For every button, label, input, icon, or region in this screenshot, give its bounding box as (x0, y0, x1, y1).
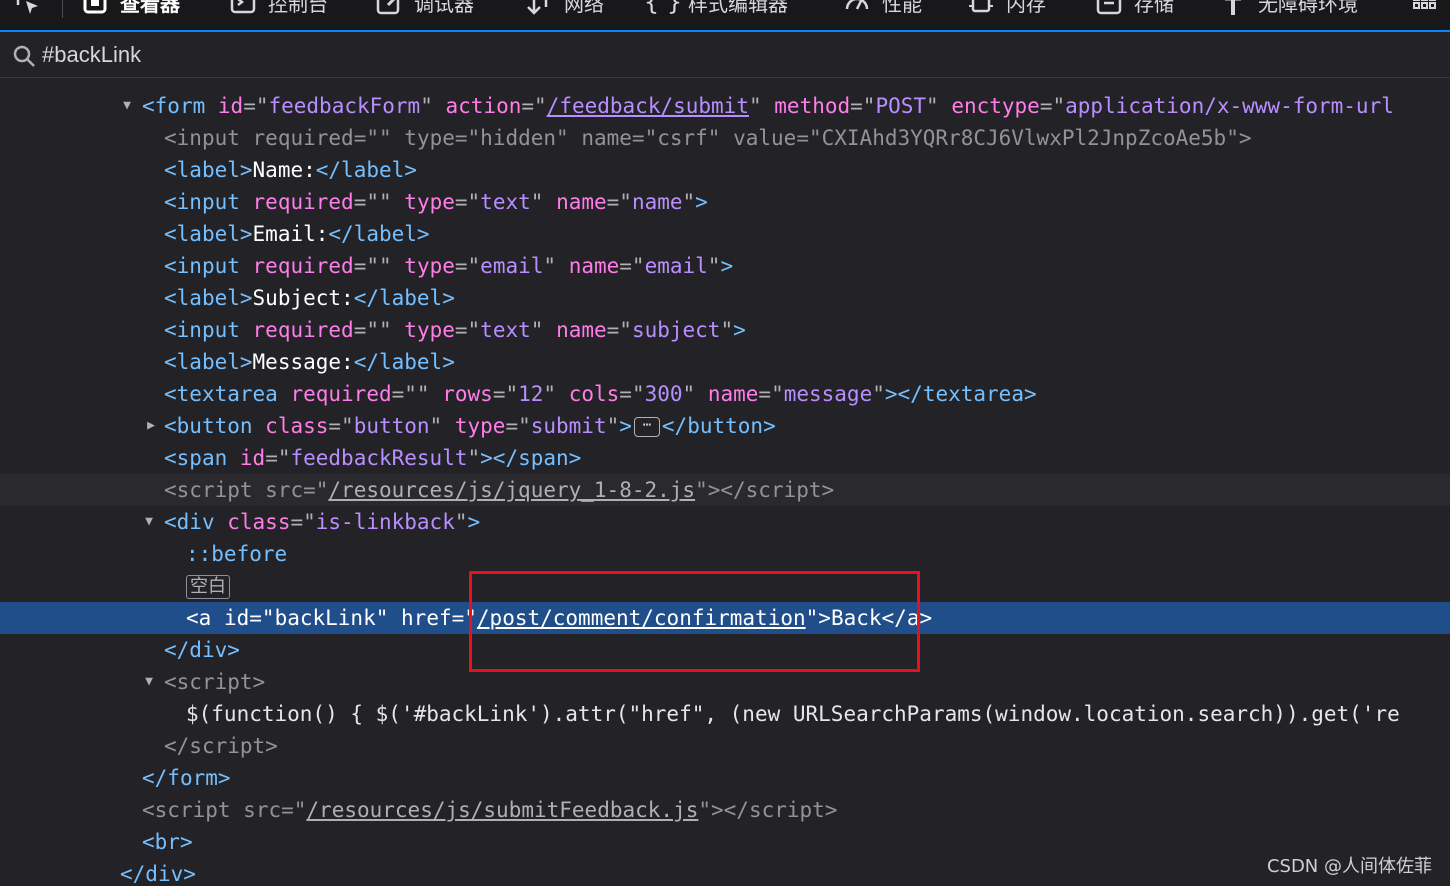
tab-console[interactable]: 控制台 (228, 0, 328, 18)
tab-label: 查看器 (120, 0, 180, 16)
tab-label: 网络 (564, 0, 604, 16)
node-label-subject[interactable]: <label>Subject:</label> (0, 282, 1450, 314)
tab-label: 控制台 (268, 0, 328, 16)
node-label-name[interactable]: <label>Name:</label> (0, 154, 1450, 186)
performance-icon (842, 0, 872, 17)
node-label-message[interactable]: <label>Message:</label> (0, 346, 1450, 378)
element-picker-button[interactable] (12, 0, 42, 18)
search-icon (12, 44, 36, 72)
node-br[interactable]: <br> (0, 826, 1450, 858)
html-search-bar (0, 34, 1450, 78)
node-span[interactable]: <span id="feedbackResult"></span> (0, 442, 1450, 474)
overflow-menu-button[interactable] (1410, 0, 1440, 18)
tab-debugger[interactable]: 调试器 (374, 0, 474, 18)
console-icon (228, 0, 258, 17)
memory-icon (966, 0, 996, 17)
node-script-body[interactable]: $(function() { $('#backLink').attr("href… (0, 698, 1450, 730)
node-div-linkback[interactable]: ▼ <div class="is-linkback"> (0, 506, 1450, 538)
node-anchor-backlink[interactable]: <a id="backLink" href="/post/comment/con… (0, 602, 1450, 634)
search-input[interactable] (42, 40, 542, 70)
watermark: CSDN @人间体佐菲 (1266, 856, 1432, 877)
tab-accessibility[interactable]: 无障碍环境 (1218, 0, 1358, 18)
node-label-email[interactable]: <label>Email:</label> (0, 218, 1450, 250)
node-script-submitfeedback[interactable]: <script src="/resources/js/submitFeedbac… (0, 794, 1450, 826)
node-button[interactable]: ▶ <button class="button" type="submit"> ⋯… (0, 410, 1450, 442)
node-script-jquery[interactable]: <script src="/resources/js/jquery_1-8-2.… (0, 474, 1450, 506)
tab-inspector[interactable]: 查看器 (80, 0, 180, 18)
whitespace-badge: 空白 (186, 575, 230, 599)
inspector-icon (80, 0, 110, 17)
node-input-csrf[interactable]: <input required="" type="hidden" name="c… (0, 122, 1450, 154)
toolbar-divider (62, 0, 63, 18)
node-form-close[interactable]: </form> (0, 762, 1450, 794)
href-link[interactable]: /post/comment/confirmation (477, 606, 806, 630)
grid-menu-icon (1410, 0, 1440, 17)
tab-performance[interactable]: 性能 (842, 0, 922, 18)
node-script-inline[interactable]: ▼ <script> (0, 666, 1450, 698)
scroll-edge (0, 78, 1450, 84)
collapse-arrow-icon[interactable]: ▼ (142, 666, 156, 698)
storage-icon (1094, 0, 1124, 17)
node-input-email[interactable]: <input required="" type="email" name="em… (0, 250, 1450, 282)
node-form[interactable]: ▼ <form id="feedbackForm" action="/feedb… (0, 90, 1450, 122)
tab-label: 内存 (1006, 0, 1046, 16)
node-textarea[interactable]: <textarea required="" rows="12" cols="30… (0, 378, 1450, 410)
tab-style-editor[interactable]: { } 样式编辑器 (643, 0, 788, 18)
element-picker-icon (12, 0, 42, 17)
network-icon (524, 0, 554, 17)
devtools-toolbar: 查看器 控制台 调试器 网络 { } 样式编辑器 性能 内存 存储 无障碍环境 (0, 0, 1450, 32)
tab-label: 无障碍环境 (1258, 0, 1358, 16)
tab-network[interactable]: 网络 (524, 0, 604, 18)
tab-storage[interactable]: 存储 (1094, 0, 1174, 18)
tab-label: 调试器 (414, 0, 474, 16)
node-input-subject[interactable]: <input required="" type="text" name="sub… (0, 314, 1450, 346)
tab-memory[interactable]: 内存 (966, 0, 1046, 18)
node-input-name[interactable]: <input required="" type="text" name="nam… (0, 186, 1450, 218)
node-outer-div-close[interactable]: </div> (0, 858, 1450, 886)
markup-tree: ▼ <form id="feedbackForm" action="/feedb… (0, 78, 1450, 886)
node-script-close[interactable]: </script> (0, 730, 1450, 762)
node-whitespace[interactable]: 空白 (0, 570, 1450, 602)
collapse-arrow-icon[interactable]: ▼ (120, 90, 134, 122)
tab-label: 样式编辑器 (688, 0, 788, 16)
node-pseudo-before[interactable]: ::before (0, 538, 1450, 570)
debugger-icon (374, 0, 404, 17)
tab-label: 存储 (1134, 0, 1174, 16)
expand-arrow-icon[interactable]: ▶ (144, 410, 158, 442)
style-editor-icon: { } (643, 0, 683, 16)
tab-label: 性能 (882, 0, 922, 16)
collapse-arrow-icon[interactable]: ▼ (142, 506, 156, 538)
collapsed-content-ellipsis-icon[interactable]: ⋯ (633, 417, 660, 437)
accessibility-icon (1218, 0, 1248, 17)
node-div-close[interactable]: </div> (0, 634, 1450, 666)
